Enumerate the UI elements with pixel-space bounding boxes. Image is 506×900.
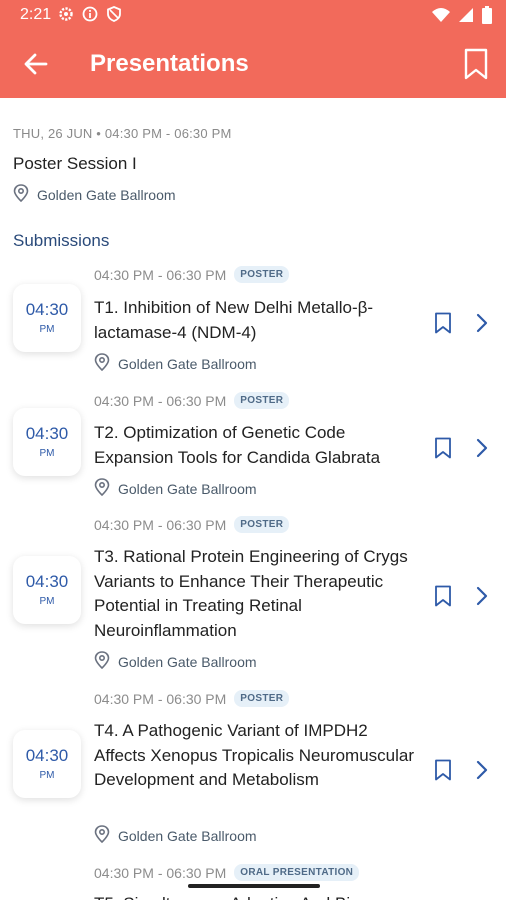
location-pin-icon <box>13 184 29 205</box>
item-time-range: 04:30 PM - 06:30 PM <box>94 864 227 881</box>
type-badge: POSTER <box>234 266 290 283</box>
list-item[interactable]: 04:30 PM - 06:30 PM ORAL PRESENTATION T5… <box>0 858 506 900</box>
item-time-range: 04:30 PM - 06:30 PM <box>94 690 227 707</box>
item-location-label: Golden Gate Ballroom <box>118 653 257 670</box>
item-location-label: Golden Gate Ballroom <box>118 355 257 372</box>
item-location: Golden Gate Ballroom <box>94 478 257 499</box>
item-time-range: 04:30 PM - 06:30 PM <box>94 392 227 409</box>
item-location: Golden Gate Ballroom <box>94 825 257 846</box>
bookmark-icon[interactable] <box>462 48 490 80</box>
item-title: T1. Inhibition of New Delhi Metallo-β-la… <box>94 298 374 342</box>
type-badge: POSTER <box>234 516 290 533</box>
time-badge: 04:30 PM <box>13 408 81 476</box>
session-datetime: THU, 26 JUN • 04:30 PM - 06:30 PM <box>13 126 232 141</box>
app-bar: Presentations <box>0 30 506 98</box>
bookmark-icon[interactable] <box>433 759 453 781</box>
submissions-heading: Submissions <box>13 231 110 250</box>
status-time: 2:21 <box>20 6 52 23</box>
item-meta: 04:30 PM - 06:30 PM POSTER <box>94 516 290 533</box>
type-badge: POSTER <box>234 392 290 409</box>
home-indicator[interactable] <box>188 884 320 888</box>
session-title: Poster Session I <box>13 154 137 173</box>
shield-icon <box>106 6 122 27</box>
item-location: Golden Gate Ballroom <box>94 353 257 374</box>
chevron-right-icon[interactable] <box>474 585 490 607</box>
item-title: T3. Rational Protein Engineering of Cryg… <box>94 547 408 640</box>
bookmark-icon[interactable] <box>433 585 453 607</box>
list-item[interactable]: 04:30 PM 04:30 PM - 06:30 PM POSTER T1. … <box>0 260 506 385</box>
bookmark-icon[interactable] <box>433 312 453 334</box>
list-item[interactable]: 04:30 PM 04:30 PM - 06:30 PM POSTER T2. … <box>0 386 506 510</box>
item-location-label: Golden Gate Ballroom <box>118 827 257 844</box>
time-badge: 04:30 PM <box>13 556 81 624</box>
location-pin-icon <box>94 353 110 374</box>
type-badge: ORAL PRESENTATION <box>234 864 360 881</box>
back-arrow-icon[interactable] <box>22 50 50 78</box>
item-meta: 04:30 PM - 06:30 PM POSTER <box>94 690 290 707</box>
chevron-right-icon[interactable] <box>474 437 490 459</box>
session-location: Golden Gate Ballroom <box>13 184 176 205</box>
time-badge: 04:30 PM <box>13 284 81 352</box>
signal-icon <box>458 7 474 28</box>
item-location: Golden Gate Ballroom <box>94 651 257 672</box>
item-time-range: 04:30 PM - 06:30 PM <box>94 516 227 533</box>
status-bar: 2:21 <box>0 0 506 30</box>
battery-icon <box>482 6 492 29</box>
session-location-label: Golden Gate Ballroom <box>37 186 176 203</box>
type-badge: POSTER <box>234 690 290 707</box>
item-meta: 04:30 PM - 06:30 PM ORAL PRESENTATION <box>94 864 360 881</box>
item-time-range: 04:30 PM - 06:30 PM <box>94 266 227 283</box>
chevron-right-icon[interactable] <box>474 759 490 781</box>
item-title: T2. Optimization of Genetic Code Expansi… <box>94 423 381 467</box>
bookmark-icon[interactable] <box>433 437 453 459</box>
item-meta: 04:30 PM - 06:30 PM POSTER <box>94 392 290 409</box>
list-item[interactable]: 04:30 PM 04:30 PM - 06:30 PM POSTER T4. … <box>0 684 506 858</box>
location-pin-icon <box>94 478 110 499</box>
wifi-icon <box>432 7 450 28</box>
item-title: T5. Simultaneous Adaptive And Bi <box>94 892 414 900</box>
settings-icon <box>58 6 74 27</box>
item-location-label: Golden Gate Ballroom <box>118 480 257 497</box>
list-item[interactable]: 04:30 PM 04:30 PM - 06:30 PM POSTER T3. … <box>0 510 506 684</box>
location-pin-icon <box>94 651 110 672</box>
chevron-right-icon[interactable] <box>474 312 490 334</box>
page-title: Presentations <box>90 50 249 77</box>
info-icon <box>82 6 98 27</box>
time-badge: 04:30 PM <box>13 730 81 798</box>
location-pin-icon <box>94 825 110 846</box>
item-title: T4. A Pathogenic Variant of IMPDH2 Affec… <box>94 721 415 790</box>
item-meta: 04:30 PM - 06:30 PM POSTER <box>94 266 290 283</box>
